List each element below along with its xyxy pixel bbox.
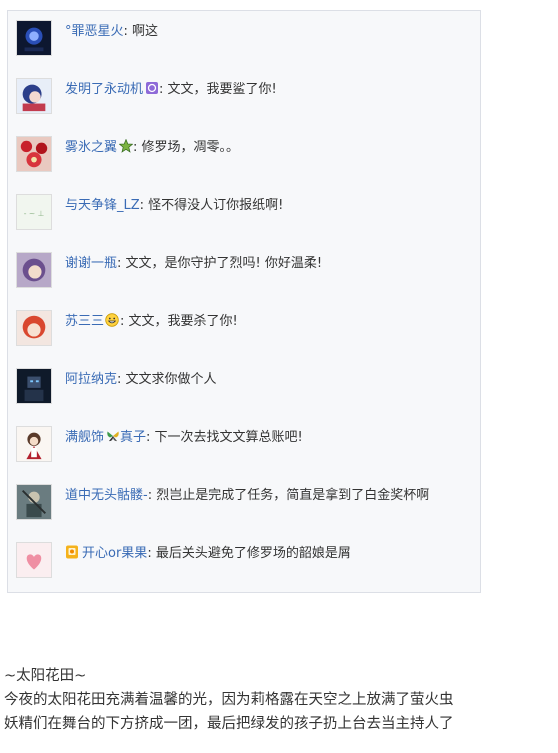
comment-text: 文文，我要鲨了你! xyxy=(167,82,277,97)
butterfly-badge-icon xyxy=(106,429,120,443)
avatar[interactable] xyxy=(16,78,52,114)
anime-girl-avatar xyxy=(17,79,51,113)
green-star-badge-icon xyxy=(119,139,134,153)
separator: : xyxy=(139,198,149,213)
username[interactable]: 发明了永动机 xyxy=(65,82,143,97)
comment-line: 开心or果果: 最后关头避免了修罗场的韶娘是屑 xyxy=(65,544,351,564)
username[interactable]: 谢谢一瓶 xyxy=(65,256,117,271)
dark-blue-orb-avatar xyxy=(17,21,51,55)
comment-line: 发明了永动机: 文文，我要鲨了你! xyxy=(65,80,277,100)
separator: : xyxy=(147,546,156,561)
comment-text: 烈岂止是完成了任务，简直是拿到了白金奖杯啊 xyxy=(156,488,430,503)
avatar[interactable] xyxy=(16,484,52,520)
comment-text: 修罗场，凋零。。 xyxy=(141,140,240,155)
username-secondary[interactable]: 真子 xyxy=(120,430,146,445)
avatar[interactable] xyxy=(16,252,52,288)
username[interactable]: 苏三三 xyxy=(65,314,104,329)
comment-item: °罪恶星火: 啊这 xyxy=(8,11,482,69)
username[interactable]: °罪恶星火 xyxy=(65,24,124,39)
comment-text: 下一次去找文文算总账吧! xyxy=(154,430,303,445)
username[interactable]: 满舰饰 xyxy=(65,430,104,445)
username[interactable]: 道中无头骷髅- xyxy=(65,488,148,503)
comment-item: 满舰饰 真子: 下一次去找文文算总账吧! xyxy=(8,417,482,475)
separator: : xyxy=(133,140,142,155)
section-heading: ~太阳花田~ xyxy=(4,668,87,684)
dark-robot-avatar xyxy=(17,369,51,403)
comment-line: 苏三三: 文文，我要杀了你! xyxy=(65,312,238,332)
grin-emoji-icon xyxy=(105,313,119,327)
purple-level-badge-icon xyxy=(145,81,159,95)
comment-text: 文文，是你守护了烈吗! 你好温柔! xyxy=(125,256,323,271)
separator: : xyxy=(123,24,133,39)
comment-item: 道中无头骷髅-: 烈岂止是完成了任务，简直是拿到了白金奖杯啊 xyxy=(8,475,482,533)
red-hair-avatar xyxy=(17,311,51,345)
article-body: ~太阳花田~ 今夜的太阳花田充满着温馨的光，因为莉格露在天空之上放满了萤火虫 妖… xyxy=(4,664,558,736)
comment-text: 啊这 xyxy=(132,24,159,39)
yellow-vip-badge-icon xyxy=(65,545,79,559)
separator: : xyxy=(117,256,126,271)
skeleton-warrior-avatar xyxy=(17,485,51,519)
avatar[interactable]: - ~ ⊥ xyxy=(16,194,52,230)
avatar[interactable] xyxy=(16,136,52,172)
separator: : xyxy=(159,82,168,97)
separator: : xyxy=(117,372,126,387)
comment-text: 文文，我要杀了你! xyxy=(128,314,238,329)
comment-line: 满舰饰 真子: 下一次去找文文算总账吧! xyxy=(65,428,303,448)
pink-heart-avatar xyxy=(17,543,51,577)
username[interactable]: 与天争锋_LZ xyxy=(65,198,140,213)
username[interactable]: 阿拉纳克 xyxy=(65,372,117,387)
avatar[interactable] xyxy=(16,542,52,578)
avatar[interactable] xyxy=(16,20,52,56)
comment-line: 雾氷之翼: 修罗场，凋零。。 xyxy=(65,138,239,158)
comment-item: 阿拉纳克: 文文求你做个人 xyxy=(8,359,482,417)
comment-item: 雾氷之翼: 修罗场，凋零。。 xyxy=(8,127,482,185)
comment-item: 苏三三: 文文，我要杀了你! xyxy=(8,301,482,359)
separator: : xyxy=(147,488,157,503)
comment-text: 文文求你做个人 xyxy=(125,372,217,387)
comment-line: 谢谢一瓶: 文文，是你守护了烈吗! 你好温柔! xyxy=(65,254,322,274)
comment-item: 开心or果果: 最后关头避免了修罗场的韶娘是屑 xyxy=(8,533,482,591)
separator: : xyxy=(120,314,129,329)
avatar[interactable] xyxy=(16,310,52,346)
comment-text: 怪不得没人订你报纸啊! xyxy=(148,198,284,213)
comment-item: 发明了永动机: 文文，我要鲨了你! xyxy=(8,69,482,127)
avatar[interactable] xyxy=(16,368,52,404)
username[interactable]: 开心or果果 xyxy=(82,546,147,561)
article-paragraph: 今夜的太阳花田充满着温馨的光，因为莉格露在天空之上放满了萤火虫 xyxy=(4,692,454,708)
separator: : xyxy=(146,430,155,445)
article-paragraph: 妖精们在舞台的下方挤成一团，最后把绿发的孩子扔上台去当主持人了 xyxy=(4,716,454,732)
username[interactable]: 雾氷之翼 xyxy=(65,140,117,155)
comment-item: - ~ ⊥ 与天争锋_LZ: 怪不得没人订你报纸啊! xyxy=(8,185,482,243)
red-pattern-avatar xyxy=(17,137,51,171)
comment-item: 谢谢一瓶: 文文，是你守护了烈吗! 你好温柔! xyxy=(8,243,482,301)
comment-text: 最后关头避免了修罗场的韶娘是屑 xyxy=(155,546,351,561)
comment-line: °罪恶星火: 啊这 xyxy=(65,22,158,42)
maid-character-avatar xyxy=(17,427,51,461)
svg-text:- ~ ⊥: - ~ ⊥ xyxy=(24,209,44,218)
comment-list: °罪恶星火: 啊这 发明了永动机: 文文，我要鲨了你! 雾氷之翼: 修罗场，凋… xyxy=(7,10,481,593)
comment-line: 阿拉纳克: 文文求你做个人 xyxy=(65,370,217,390)
comment-line: 与天争锋_LZ: 怪不得没人订你报纸啊! xyxy=(65,196,283,216)
purple-hair-avatar xyxy=(17,253,51,287)
comment-line: 道中无头骷髅-: 烈岂止是完成了任务，简直是拿到了白金奖杯啊 xyxy=(65,486,429,506)
pale-green-avatar: - ~ ⊥ xyxy=(17,195,51,229)
avatar[interactable] xyxy=(16,426,52,462)
